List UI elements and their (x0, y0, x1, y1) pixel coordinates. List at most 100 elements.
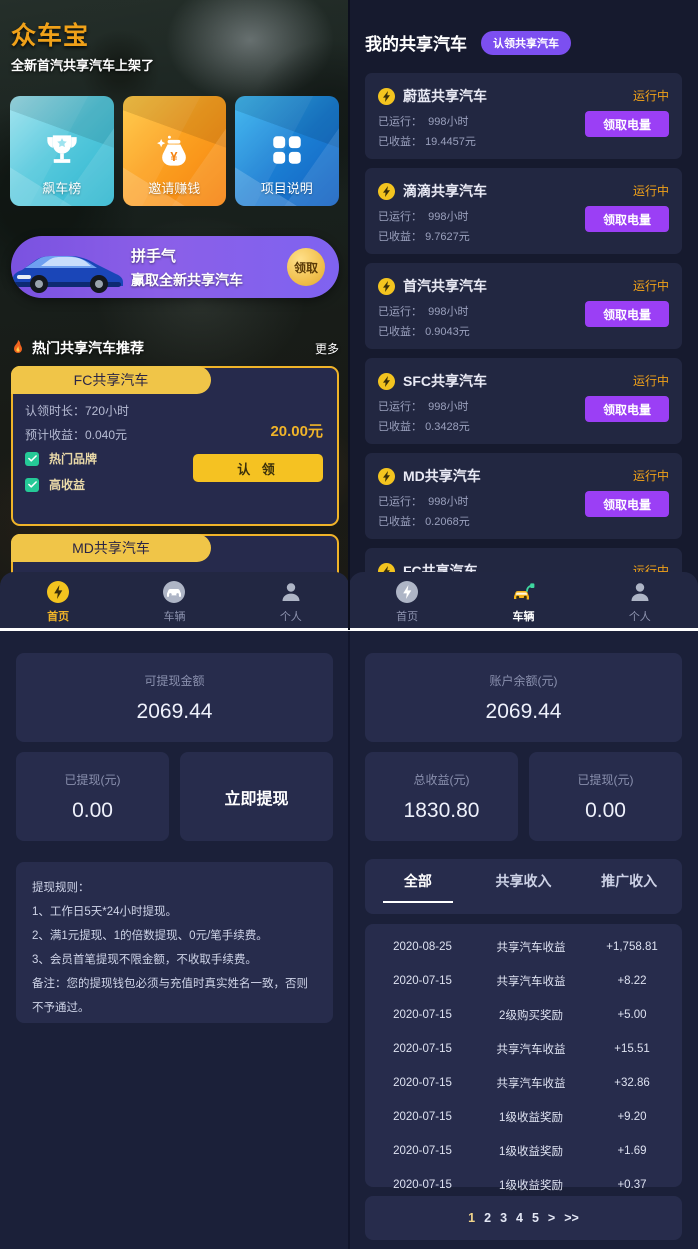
page-1[interactable]: 1 (468, 1211, 475, 1225)
last-page-button[interactable]: >> (564, 1211, 579, 1225)
transaction-amount: +32.86 (614, 1077, 650, 1089)
car-income-label: 已收益： (378, 136, 422, 148)
car-name: 蔚蓝共享汽车 (403, 88, 487, 104)
collect-power-button[interactable]: 领取电量 (585, 111, 669, 137)
tab-all[interactable]: 全部 (365, 871, 471, 891)
feature-card-row: 飙车榜 ¥ 邀请赚钱 项目说明 (10, 96, 339, 206)
lottery-claim-button[interactable]: 领取 (287, 248, 325, 286)
transaction-desc: 共享汽车收益 (496, 942, 566, 954)
income-filter-tabs: 全部 共享收入 推广收入 (365, 859, 682, 914)
withdraw-now-button[interactable]: 立即提现 (180, 752, 333, 841)
transaction-amount: +5.00 (617, 1009, 647, 1021)
table-row[interactable]: 2020-08-25 共享汽车收益 +1,758.81 (365, 930, 682, 964)
car-offer-duration: 认领时长：720小时 (25, 404, 130, 418)
car-name-row: 蔚蓝共享汽车 (378, 86, 487, 106)
tab-home-label: 首页 (396, 610, 419, 623)
claim-car-badge-button[interactable]: 认领共享汽车 (481, 30, 571, 55)
tab-profile[interactable]: 个人 (582, 572, 698, 630)
feature-card-invite-earn[interactable]: ¥ 邀请赚钱 (122, 96, 226, 206)
bolt-icon (394, 579, 420, 605)
car-runtime-value: 998小时 (428, 116, 469, 128)
table-row[interactable]: 2020-07-15 共享汽车收益 +15.51 (365, 1032, 682, 1066)
tab-vehicles[interactable]: 车辆 (465, 572, 581, 630)
collect-power-button[interactable]: 领取电量 (585, 301, 669, 327)
list-item[interactable]: 滴滴共享汽车 运行中 已运行： 998小时 已收益： 9.7627元 领取电量 (365, 168, 682, 254)
list-item[interactable]: SFC共享汽车 运行中 已运行： 998小时 已收益： 0.3428元 领取电量 (365, 358, 682, 444)
car-offer-tag-label: 热门品牌 (49, 452, 98, 466)
car-income-value: 9.7627元 (425, 231, 470, 243)
list-item[interactable]: 首汽共享汽车 运行中 已运行： 998小时 已收益： 0.9043元 领取电量 (365, 263, 682, 349)
table-row[interactable]: 2020-07-15 1级收益奖励 +1.69 (365, 1134, 682, 1168)
transaction-amount: +1.69 (617, 1145, 647, 1157)
tab-vehicles[interactable]: 车辆 (116, 572, 232, 630)
my-cars-tabbar: 首页 车辆 个人 (349, 572, 698, 630)
car-name: MD共享汽车 (403, 468, 481, 484)
transaction-amount: +1,758.81 (606, 941, 658, 953)
account-panel: 账户余额(元) 2069.44 总收益(元) 1830.80 已提现(元) 0.… (349, 630, 698, 1249)
tab-profile[interactable]: 个人 (233, 572, 349, 630)
list-item[interactable]: 蔚蓝共享汽车 运行中 已运行： 998小时 已收益： 19.4457元 领取电量 (365, 73, 682, 159)
page-3[interactable]: 3 (500, 1211, 507, 1225)
withdraw-rule-line: 1、工作日5天*24小时提现。 (32, 906, 178, 918)
collect-power-button[interactable]: 领取电量 (585, 491, 669, 517)
table-row[interactable]: 2020-07-15 1级收益奖励 +9.20 (365, 1100, 682, 1134)
car-name: SFC共享汽车 (403, 373, 487, 389)
transaction-amount: +0.37 (617, 1179, 647, 1191)
list-item[interactable]: MD共享汽车 运行中 已运行： 998小时 已收益： 0.2068元 领取电量 (365, 453, 682, 539)
transaction-desc: 1级收益奖励 (499, 1180, 563, 1192)
car-runtime: 已运行： 998小时 (378, 398, 468, 414)
car-runtime-label: 已运行： (378, 211, 422, 223)
transaction-date: 2020-07-15 (393, 1145, 452, 1157)
tab-home[interactable]: 首页 (349, 572, 465, 630)
transaction-date: 2020-07-15 (393, 1179, 452, 1191)
svg-text:¥: ¥ (171, 149, 179, 164)
table-row[interactable]: 2020-07-15 2级购买奖励 +5.00 (365, 998, 682, 1032)
tab-promotion-income[interactable]: 推广收入 (576, 871, 682, 891)
sports-car-illustration (13, 256, 123, 293)
tab-shared-income[interactable]: 共享收入 (471, 871, 577, 891)
bolt-icon (378, 182, 395, 200)
app-subtitle: 全新首汽共享汽车上架了 (11, 58, 155, 73)
tab-promotion-income-label: 推广收入 (601, 873, 658, 889)
transaction-amount: +9.20 (617, 1111, 647, 1123)
account-withdrawn-card: 已提现(元) 0.00 (529, 752, 682, 841)
car-offer-price: 20.00元 (270, 423, 323, 440)
feature-card-racing-board[interactable]: 飙车榜 (10, 96, 114, 206)
car-income-label: 已收益： (378, 231, 422, 243)
lottery-banner[interactable]: 拼手气 赢取全新共享汽车 领取 (11, 236, 339, 298)
total-income-value: 1830.80 (403, 798, 480, 822)
tab-home[interactable]: 首页 (0, 572, 116, 630)
collect-power-button[interactable]: 领取电量 (585, 206, 669, 232)
total-income-card: 总收益(元) 1830.80 (365, 752, 518, 841)
car-name-row: 滴滴共享汽车 (378, 181, 487, 201)
lottery-text: 拼手气 赢取全新共享汽车 (131, 245, 243, 290)
hot-section-more-link[interactable]: 更多 (315, 340, 339, 357)
status-badge: 运行中 (632, 279, 669, 293)
car-runtime-label: 已运行： (378, 306, 422, 318)
car-offer-claim-button[interactable]: 认 领 (193, 454, 323, 482)
feature-card-label: 项目说明 (260, 181, 313, 196)
car-offer-card-fc[interactable]: FC共享汽车 认领时长：720小时 预计收益：0.040元 热门品牌 高收益 2… (11, 366, 339, 526)
car-income: 已收益： 0.2068元 (378, 513, 470, 529)
car-name-row: 首汽共享汽车 (378, 276, 487, 296)
withdrawn-value: 0.00 (72, 798, 113, 822)
account-balance-value: 2069.44 (485, 699, 562, 723)
page-2[interactable]: 2 (484, 1211, 491, 1225)
collect-power-button[interactable]: 领取电量 (585, 396, 669, 422)
next-page-button[interactable]: > (548, 1211, 555, 1225)
feature-card-project-info[interactable]: 项目说明 (235, 96, 339, 206)
car-income-label: 已收益： (378, 326, 422, 338)
table-row[interactable]: 2020-07-15 共享汽车收益 +8.22 (365, 964, 682, 998)
page-5[interactable]: 5 (532, 1211, 539, 1225)
check-icon (25, 451, 39, 466)
table-row[interactable]: 2020-07-15 共享汽车收益 +32.86 (365, 1066, 682, 1100)
account-withdrawn-label: 已提现(元) (577, 772, 634, 787)
status-badge: 运行中 (632, 469, 669, 483)
withdraw-rules-card: 提现规则： 1、工作日5天*24小时提现。 2、满1元提现、1的倍数提现、0元/… (16, 862, 333, 1023)
account-balance-card: 账户余额(元) 2069.44 (365, 653, 682, 742)
car-runtime: 已运行： 998小时 (378, 303, 468, 319)
page-4[interactable]: 4 (516, 1211, 523, 1225)
person-icon (627, 579, 653, 605)
car-runtime: 已运行： 998小时 (378, 493, 468, 509)
car-runtime-value: 998小时 (428, 496, 469, 508)
